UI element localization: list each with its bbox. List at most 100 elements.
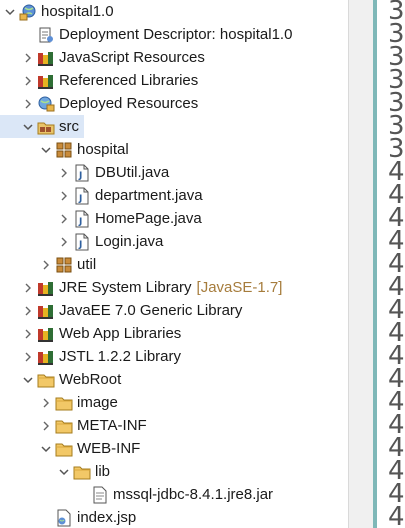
tree-item-mssql-jdbc-8-4-1-jre8-jar[interactable]: mssql-jdbc-8.4.1.jre8.jar [76, 483, 273, 506]
folder-icon [37, 371, 55, 389]
editor-line-digit: 4 [388, 502, 405, 528]
tree-item-lib[interactable]: lib [58, 460, 110, 483]
tree-item-image[interactable]: image [40, 391, 118, 414]
java-file-icon: J [73, 164, 91, 182]
tree-item-hospital[interactable]: hospital [40, 138, 129, 161]
tree-item-util[interactable]: util [40, 253, 96, 276]
library-icon [37, 325, 55, 343]
tree-item-label: JSTL 1.2.2 Library [59, 348, 181, 365]
editor-line-number-strip: 33333334444444444444444 [378, 0, 405, 528]
tree-item-label: Web App Libraries [59, 325, 182, 342]
tree-item-label: Deployed Resources [59, 95, 199, 112]
svg-text:J: J [78, 194, 82, 204]
library-icon [37, 348, 55, 366]
expand-chevron-icon[interactable] [22, 322, 34, 345]
svg-text:J: J [78, 217, 82, 227]
package-icon [55, 256, 73, 274]
panel-divider [348, 0, 375, 528]
deployment-descriptor-icon [37, 26, 55, 44]
tree-item-label: util [77, 256, 97, 273]
expand-chevron-icon[interactable] [58, 184, 70, 207]
panel-sash[interactable] [373, 0, 377, 528]
tree-item-label: src [59, 118, 79, 135]
folder-icon [55, 417, 73, 435]
tree-item-label: WEB-INF [77, 440, 141, 457]
tree-item-label: JavaEE 7.0 Generic Library [59, 302, 243, 319]
expand-chevron-icon[interactable] [22, 276, 34, 299]
expand-chevron-icon[interactable] [58, 230, 70, 253]
tree-item-label: HomePage.java [95, 210, 202, 227]
svg-text:J: J [78, 171, 82, 181]
tree-item-deployment-descriptor-hospital1-0[interactable]: Deployment Descriptor: hospital1.0 [22, 23, 292, 46]
tree-item-deployed-resources[interactable]: Deployed Resources [22, 92, 198, 115]
tree-item-jstl-1-2-2-library[interactable]: JSTL 1.2.2 Library [22, 345, 181, 368]
expand-chevron-icon[interactable] [40, 253, 52, 276]
web-project-icon [19, 3, 37, 21]
tree-item-index-jsp[interactable]: index.jsp [40, 506, 136, 528]
svg-text:J: J [78, 240, 82, 250]
tree-item-referenced-libraries[interactable]: Referenced Libraries [22, 69, 198, 92]
expand-chevron-icon[interactable] [22, 345, 34, 368]
twistie-spacer [22, 23, 34, 46]
java-file-icon: J [73, 210, 91, 228]
tree-item-label: WebRoot [59, 371, 122, 388]
tree-item-label: DBUtil.java [95, 164, 170, 181]
java-file-icon: J [73, 233, 91, 251]
tree-item-dbutil-java[interactable]: J DBUtil.java [58, 161, 169, 184]
tree-item-web-inf[interactable]: WEB-INF [40, 437, 140, 460]
collapse-chevron-icon[interactable] [22, 368, 34, 391]
tree-item-label: mssql-jdbc-8.4.1.jre8.jar [113, 486, 274, 503]
folder-icon [55, 440, 73, 458]
tree-item-label: Deployment Descriptor: hospital1.0 [59, 26, 293, 43]
twistie-spacer [40, 506, 52, 528]
tree-item-src[interactable]: src [0, 115, 84, 138]
javascript-resources-icon [37, 49, 55, 67]
collapse-chevron-icon[interactable] [40, 138, 52, 161]
tree-item-javascript-resources[interactable]: JavaScript Resources [22, 46, 205, 69]
tree-item-hospital1-0[interactable]: hospital1.0 [4, 0, 114, 23]
expand-chevron-icon[interactable] [22, 299, 34, 322]
tree-item-label: META-INF [77, 417, 147, 434]
tree-item-department-java[interactable]: Jdepartment.java [58, 184, 203, 207]
java-file-icon: J [73, 187, 91, 205]
collapse-chevron-icon[interactable] [40, 437, 52, 460]
folder-icon [73, 463, 91, 481]
expand-chevron-icon[interactable] [40, 414, 52, 437]
folder-icon [55, 394, 73, 412]
source-folder-icon [37, 118, 55, 136]
tree-item-label: Login.java [95, 233, 164, 250]
library-icon [37, 302, 55, 320]
expand-chevron-icon[interactable] [40, 391, 52, 414]
tree-item-decoration: [JavaSE-1.7] [196, 279, 283, 296]
tree-item-label: hospital1.0 [41, 3, 114, 20]
tree-item-label: image [77, 394, 118, 411]
tree-item-label: hospital [77, 141, 129, 158]
library-jar-icon [37, 72, 55, 90]
tree-item-jre-system-library[interactable]: JRE System Library [JavaSE-1.7] [22, 276, 282, 299]
project-explorer-tree[interactable]: hospital1.0 Deployment Descriptor: hospit… [0, 0, 348, 528]
tree-item-webroot[interactable]: WebRoot [22, 368, 121, 391]
deployed-resources-icon [37, 95, 55, 113]
expand-chevron-icon[interactable] [58, 207, 70, 230]
tree-item-label: JRE System Library [59, 279, 192, 296]
tree-item-login-java[interactable]: J Login.java [58, 230, 163, 253]
tree-item-javaee-7-0-generic-library[interactable]: JavaEE 7.0 Generic Library [22, 299, 242, 322]
collapse-chevron-icon[interactable] [4, 0, 16, 23]
package-icon [55, 141, 73, 159]
jar-file-icon [91, 486, 109, 504]
tree-item-meta-inf[interactable]: META-INF [40, 414, 147, 437]
collapse-chevron-icon[interactable] [58, 460, 70, 483]
tree-item-web-app-libraries[interactable]: Web App Libraries [22, 322, 181, 345]
tree-item-label: department.java [95, 187, 203, 204]
library-icon [37, 279, 55, 297]
expand-chevron-icon[interactable] [22, 46, 34, 69]
collapse-chevron-icon[interactable] [22, 115, 34, 138]
expand-chevron-icon[interactable] [22, 92, 34, 115]
expand-chevron-icon[interactable] [58, 161, 70, 184]
tree-item-label: Referenced Libraries [59, 72, 199, 89]
expand-chevron-icon[interactable] [22, 69, 34, 92]
tree-item-label: index.jsp [77, 509, 137, 526]
tree-item-homepage-java[interactable]: J HomePage.java [58, 207, 202, 230]
jsp-file-icon [55, 509, 73, 527]
twistie-spacer [76, 483, 88, 506]
